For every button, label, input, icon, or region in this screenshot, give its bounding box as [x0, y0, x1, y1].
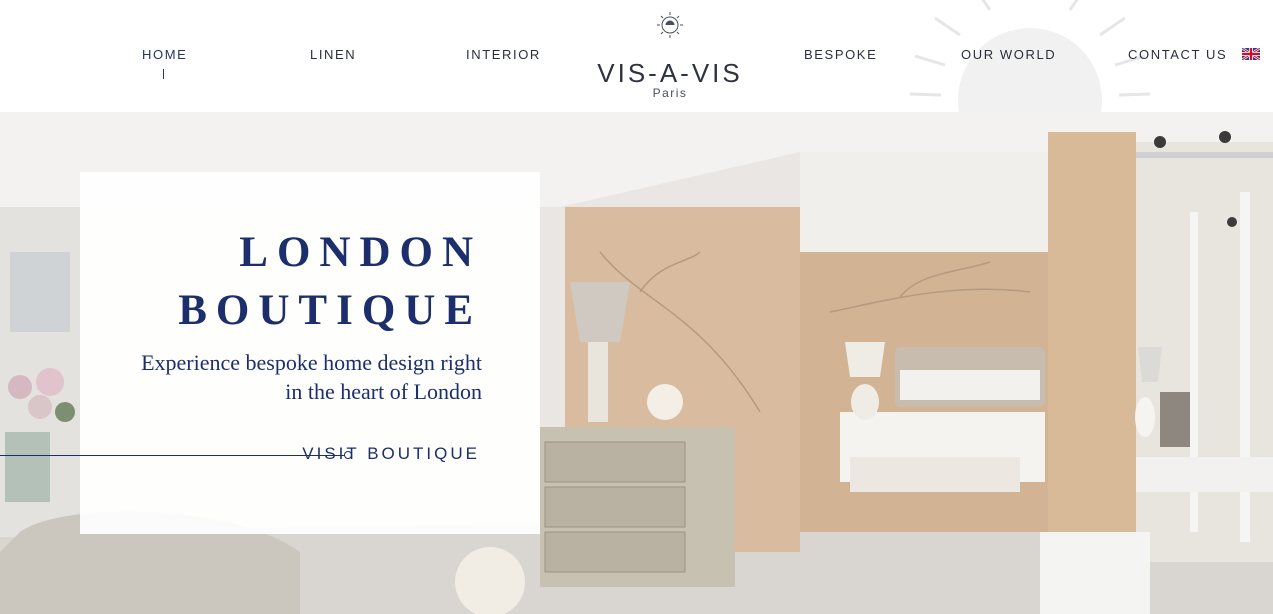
hero-banner: LONDON BOUTIQUE Experience bespoke home …	[0, 112, 1273, 614]
sun-emblem-icon	[657, 12, 683, 38]
nav-interior[interactable]: INTERIOR	[466, 47, 541, 62]
nav-contact-us[interactable]: CONTACT US	[1128, 47, 1227, 62]
logo-city: Paris	[652, 86, 688, 100]
hero-title: LONDON BOUTIQUE	[178, 224, 482, 340]
hero-subtitle: Experience bespoke home design right in …	[102, 348, 482, 406]
active-indicator	[163, 69, 164, 79]
brand-logo[interactable]: VIS-A-VIS Paris	[585, 8, 755, 104]
nav-our-world[interactable]: OUR WORLD	[961, 47, 1056, 62]
hero-title-line-2: BOUTIQUE	[178, 287, 482, 334]
nav-bespoke[interactable]: BESPOKE	[804, 47, 877, 62]
nav-home[interactable]: HOME	[142, 47, 187, 62]
hero-title-line-1: LONDON	[239, 229, 482, 276]
site-header: HOME LINEN INTERIOR VIS-A-VIS Paris BESP…	[0, 0, 1273, 112]
nav-linen[interactable]: LINEN	[310, 47, 356, 62]
hero-subtitle-line-1: Experience bespoke home design right	[141, 350, 482, 375]
hero-card: LONDON BOUTIQUE Experience bespoke home …	[0, 172, 540, 534]
visit-boutique-link[interactable]: VISIT BOUTIQUE	[302, 444, 480, 464]
hero-subtitle-line-2: in the heart of London	[285, 379, 482, 404]
logo-wordmark: VIS-A-VIS	[597, 58, 743, 88]
uk-flag-icon[interactable]	[1242, 48, 1260, 60]
cta-connector-line	[0, 455, 347, 456]
